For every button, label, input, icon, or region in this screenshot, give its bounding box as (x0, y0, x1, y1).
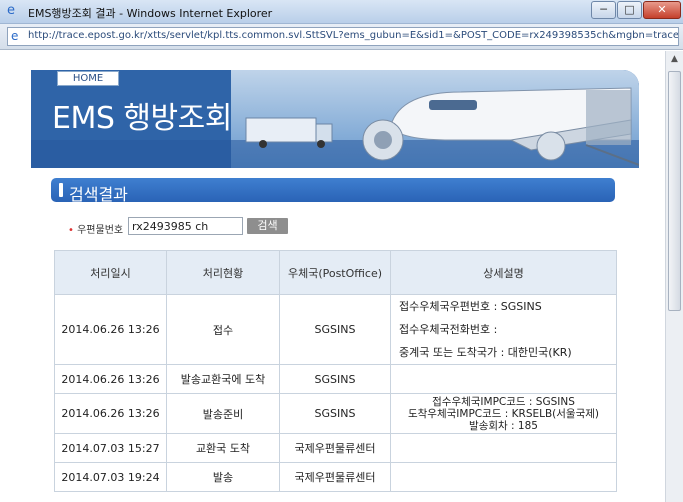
home-link[interactable]: HOME (57, 71, 119, 86)
ie-logo-icon: e (7, 3, 15, 18)
detail-line: 중계국 또는 도착국가 : 대한민국(KR) (399, 346, 572, 359)
section-header: 검색결과 (51, 178, 615, 204)
cell-status: 접수 (166, 294, 280, 365)
search-label: • 우편물번호 (68, 221, 123, 236)
required-bullet-icon: • (68, 225, 74, 236)
cell-status: 교환국 도착 (166, 433, 280, 463)
cell-status: 발송교환국에 도착 (166, 364, 280, 394)
banner-title: EMS 행방조회 (52, 101, 232, 136)
cell-details: 접수우체국우편번호 : SGSINS 접수우체국전화번호 : 중계국 또는 도착… (390, 294, 617, 365)
cell-status: 발송준비 (166, 393, 280, 434)
window-title: EMS행방조회 결과 - Windows Internet Explorer (28, 7, 273, 20)
search-button[interactable]: 검색 (247, 218, 288, 234)
cell-datetime: 2014.06.26 13:26 (54, 364, 167, 394)
title-bar: e EMS행방조회 결과 - Windows Internet Explorer… (0, 0, 683, 24)
table-row: 2014.07.03 15:27 교환국 도착 국제우편물류센터 (54, 433, 617, 463)
cell-datetime: 2014.07.03 19:24 (54, 462, 167, 492)
maximize-button[interactable]: □ (617, 1, 642, 19)
table-row: 2014.06.26 13:26 접수 SGSINS 접수우체국우편번호 : S… (54, 294, 617, 365)
header-status: 처리현황 (166, 250, 280, 295)
detail-line: 발송회차 : 185 (469, 419, 538, 432)
table-row: 2014.07.03 19:24 발송 국제우편물류센터 (54, 462, 617, 492)
ie-page-icon: e (11, 29, 19, 43)
cell-office: SGSINS (279, 393, 391, 434)
scroll-thumb[interactable] (668, 71, 681, 311)
detail-line: 도착우체국IMPC코드 : KRSELB(서울국제) (407, 407, 600, 420)
cell-datetime: 2014.06.26 13:26 (54, 393, 167, 434)
search-label-text: 우편물번호 (77, 225, 124, 236)
tracking-table: 처리일시 처리현황 우체국(PostOffice) 상세설명 2014.06.2… (54, 250, 617, 492)
header-post-office: 우체국(PostOffice) (279, 250, 391, 295)
detail-line: 접수우체국우편번호 : SGSINS (399, 300, 542, 313)
table-row: 2014.06.26 13:26 발송교환국에 도착 SGSINS (54, 364, 617, 394)
cell-office: SGSINS (279, 364, 391, 394)
tracking-number-input[interactable] (128, 217, 243, 235)
cell-datetime: 2014.06.26 13:26 (54, 294, 167, 365)
detail-line: 접수우체국IMPC코드 : SGSINS (432, 395, 575, 408)
vertical-scrollbar[interactable]: ▲ (665, 51, 683, 502)
header-details: 상세설명 (390, 250, 617, 295)
cell-office: 국제우편물류센터 (279, 433, 391, 463)
table-row: 2014.06.26 13:26 발송준비 SGSINS 접수우체국IMPC코드… (54, 393, 617, 434)
cell-details (390, 433, 617, 463)
cell-office: 국제우편물류센터 (279, 462, 391, 492)
url-field[interactable]: e http://trace.epost.go.kr/xtts/servlet/… (7, 27, 679, 46)
scroll-up-icon[interactable]: ▲ (669, 54, 680, 65)
cell-status: 발송 (166, 462, 280, 492)
section-marker-icon (59, 183, 63, 197)
cell-details: 접수우체국IMPC코드 : SGSINS 도착우체국IMPC코드 : KRSEL… (390, 393, 617, 434)
detail-line: 접수우체국전화번호 : (399, 323, 498, 336)
table-header-row: 처리일시 처리현황 우체국(PostOffice) 상세설명 (54, 250, 617, 295)
header-datetime: 처리일시 (54, 250, 167, 295)
minimize-button[interactable]: ─ (591, 1, 616, 19)
section-title: 검색결과 (69, 185, 128, 204)
cell-details (390, 364, 617, 394)
close-button[interactable]: ✕ (643, 1, 681, 19)
address-bar: e http://trace.epost.go.kr/xtts/servlet/… (0, 24, 683, 50)
cell-datetime: 2014.07.03 15:27 (54, 433, 167, 463)
cell-office: SGSINS (279, 294, 391, 365)
url-text: http://trace.epost.go.kr/xtts/servlet/kp… (28, 30, 679, 41)
cell-details (390, 462, 617, 492)
